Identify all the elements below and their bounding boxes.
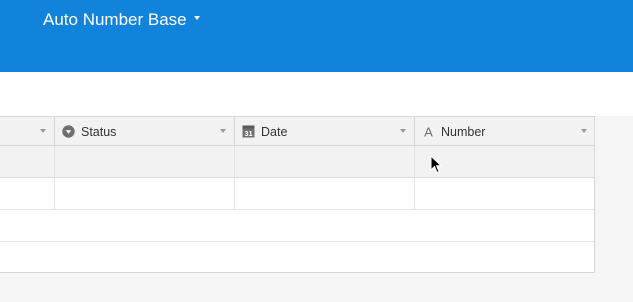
column-label-number: Number: [441, 124, 486, 139]
table-cell[interactable]: [415, 146, 595, 177]
table-cell[interactable]: [55, 146, 235, 177]
column-menu-caret-icon[interactable]: [40, 129, 46, 133]
column-header-date[interactable]: 31 Date: [235, 117, 415, 146]
column-header-primary[interactable]: [0, 117, 55, 146]
table-row: [0, 178, 594, 210]
text-field-icon: A: [424, 125, 433, 138]
column-header-status[interactable]: Status: [55, 117, 235, 146]
calendar-icon: 31: [242, 125, 255, 138]
column-menu-caret-icon[interactable]: [220, 129, 226, 133]
table-cell[interactable]: [235, 146, 415, 177]
column-header-number[interactable]: A Number: [415, 117, 595, 146]
caret-down-icon: [193, 16, 200, 20]
table-row: [0, 146, 594, 178]
text-field-icon-glyph: A: [424, 125, 433, 138]
column-menu-caret-icon[interactable]: [581, 129, 587, 133]
table-cell[interactable]: [0, 146, 55, 177]
column-label-status: Status: [81, 124, 117, 139]
single-select-icon: [62, 125, 75, 138]
column-header-row: Status 31 Date A Number: [0, 117, 594, 146]
view-toolbar: [0, 72, 633, 116]
calendar-icon-day: 31: [244, 129, 252, 138]
table-cell[interactable]: [415, 178, 595, 209]
top-bar: Auto Number Base: [0, 0, 633, 72]
base-name: Auto Number Base: [43, 10, 187, 29]
column-label-date: Date: [261, 124, 288, 139]
table-cell[interactable]: [55, 178, 235, 209]
mouse-cursor-icon: [430, 155, 442, 174]
table-cell[interactable]: [235, 178, 415, 209]
column-menu-caret-icon[interactable]: [400, 129, 406, 133]
base-name-dropdown[interactable]: Auto Number Base: [43, 10, 200, 30]
data-grid: Status 31 Date A Number: [0, 116, 595, 273]
add-row-area[interactable]: [0, 210, 594, 242]
table-cell[interactable]: [0, 178, 55, 209]
